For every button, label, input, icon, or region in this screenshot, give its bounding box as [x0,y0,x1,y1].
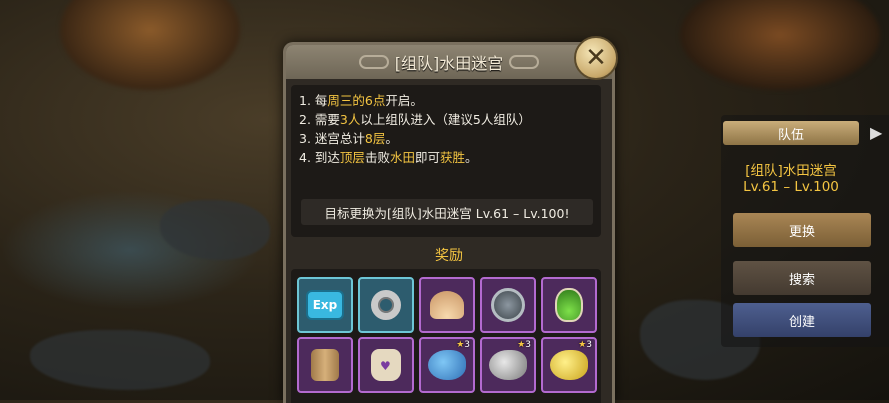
reward-slot[interactable] [419,277,475,333]
star-rating: ★3 [578,340,592,350]
rule-highlight-text: 周三的6点 [327,93,386,108]
title-ornament-right [509,55,540,69]
reward-slot[interactable] [358,277,414,333]
dungeon-name: [组队]水田迷宫 [745,163,837,179]
rule-highlight-text: 顶层 [339,150,365,165]
star-rating: ★3 [517,340,531,350]
rule-item: 2. 需要3人以上组队进入（建议5人组队） [299,110,601,129]
team-tab[interactable]: 队伍 [723,121,859,145]
star-count: 3 [464,340,470,350]
exp-icon: Exp [306,290,344,320]
reward-slot[interactable] [297,337,353,393]
potion-icon [555,288,583,322]
reward-slot[interactable]: ★3 [480,337,536,393]
rules-panel: 1. 每周三的6点开启。 2. 需要3人以上组队进入（建议5人组队） 3. 迷宫总计… [291,85,601,237]
close-button[interactable]: ✕ [574,36,618,80]
dialog-title: [组队]水田迷宫 [394,54,504,73]
coin-icon [491,288,525,322]
reward-grid: Exp ★3 ★3 ★3 [291,269,601,403]
reward-slot[interactable] [480,277,536,333]
background-tree [680,0,880,90]
rule-text: 需要 [314,112,340,127]
star-count: 3 [586,340,592,350]
rule-number: 1. [299,93,315,108]
target-change-text: 目标更换为[组队]水田迷宫 Lv.61 – Lv.100! [301,199,593,225]
star-count: 3 [525,340,531,350]
reward-slot[interactable]: Exp [297,277,353,333]
rule-highlight-text: 获胜 [439,150,465,165]
reward-slot[interactable] [358,337,414,393]
rules-list: 1. 每周三的6点开启。 2. 需要3人以上组队进入（建议5人组队） 3. 迷宫总计… [291,85,601,167]
barrel-icon [311,349,339,381]
rule-number: 3. [299,131,315,146]
grey-fish-icon [489,350,527,380]
level-range: Lv.61 – Lv.100 [743,179,839,195]
rule-text: 每 [314,93,328,108]
rule-text: 开启。 [385,93,423,108]
rule-text: 即可 [414,150,440,165]
rule-number: 2. [299,112,315,127]
rule-highlight-text: 3人 [339,112,361,127]
create-button[interactable]: 创建 [733,303,871,337]
change-button[interactable]: 更换 [733,213,871,247]
background-rock [30,330,210,390]
reward-slot[interactable]: ★3 [419,337,475,393]
star-rating: ★3 [456,340,470,350]
rule-highlight-text: 水田 [389,150,415,165]
jar-icon [371,349,401,381]
dungeon-info-dialog: [组队]水田迷宫 1. 每周三的6点开启。 2. 需要3人以上组队进入（建议5人组… [283,42,615,403]
team-panel: 队伍 ▶ [组队]水田迷宫 Lv.61 – Lv.100 更换 搜索 创建 [721,115,889,347]
rule-text: 。 [385,131,398,146]
rule-text: 到达 [314,150,340,165]
rule-item: 4. 到达顶层击败水田即可获胜。 [299,148,601,167]
rule-text: 。 [465,150,478,165]
reward-slot[interactable] [541,277,597,333]
shell-icon [430,291,464,319]
rule-text: 击败 [364,150,390,165]
rule-highlight-text: 8层 [364,131,386,146]
rule-item: 3. 迷宫总计8层。 [299,129,601,148]
blue-fish-icon [428,350,466,380]
rule-number: 4. [299,150,315,165]
search-button[interactable]: 搜索 [733,261,871,295]
background-tree [60,0,240,90]
arrow-right-icon[interactable]: ▶ [870,123,882,142]
rule-item: 1. 每周三的6点开启。 [299,91,601,110]
dialog-title-bar: [组队]水田迷宫 [286,45,612,79]
rule-text: 迷宫总计 [314,131,365,146]
close-x-icon: ✕ [585,43,607,73]
gold-fish-icon [550,350,588,380]
title-ornament-left [358,55,389,69]
reward-title: 奖励 [435,248,463,264]
ring-icon [371,290,401,320]
rule-text: 以上组队进入（建议5人组队） [360,112,531,127]
reward-slot[interactable]: ★3 [541,337,597,393]
